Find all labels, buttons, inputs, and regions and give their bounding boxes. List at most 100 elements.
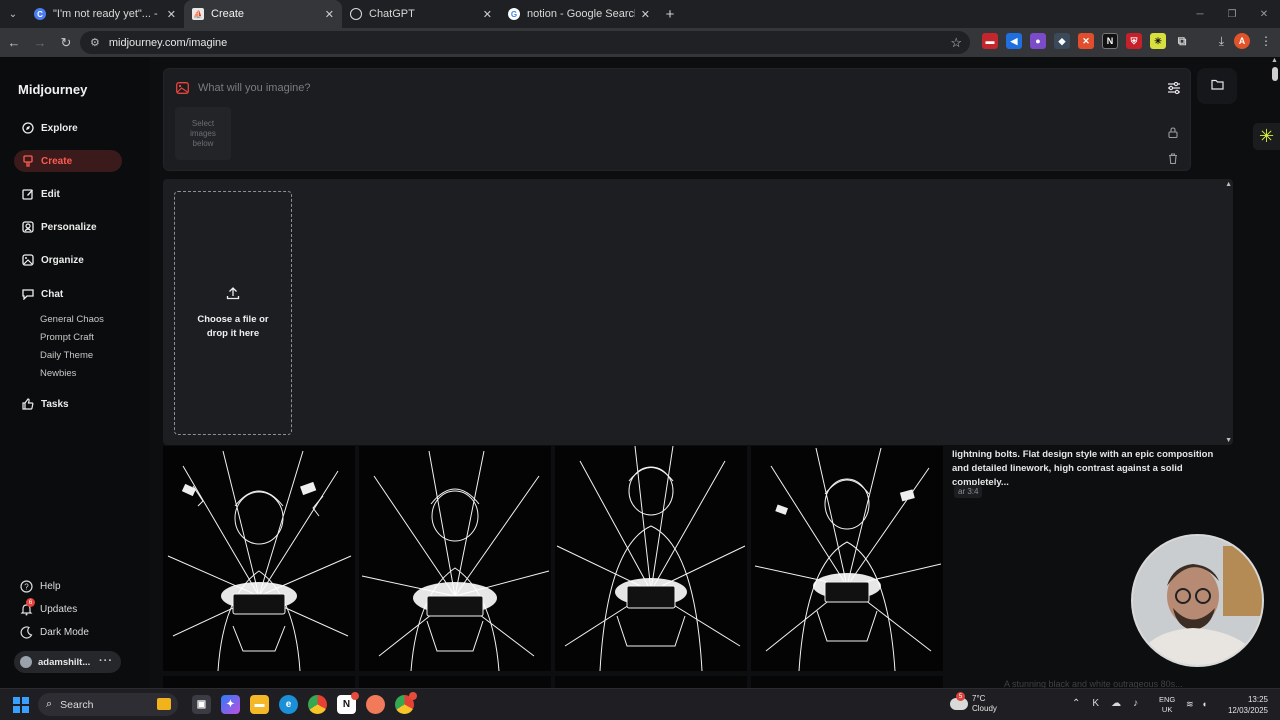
site-settings-icon[interactable]: ⚙ — [90, 36, 100, 49]
app-icon[interactable] — [366, 695, 385, 714]
generated-image-8[interactable] — [751, 676, 943, 688]
extension-blue-icon[interactable]: ◀ — [1006, 33, 1022, 49]
close-tab-icon[interactable]: ✕ — [325, 8, 334, 21]
extension-yellow-icon[interactable]: ✳ — [1150, 33, 1166, 49]
page-scroll-up-icon[interactable]: ▲ — [1271, 57, 1278, 64]
chevron-up-icon[interactable]: ⌃ — [1072, 698, 1080, 709]
chat-room-prompt-craft[interactable]: Prompt Craft — [40, 332, 94, 343]
generated-image-6[interactable] — [359, 676, 551, 688]
sidebar-item-explore[interactable]: Explore — [14, 117, 122, 139]
aspect-ratio-chip[interactable]: ar 3:4 — [954, 485, 983, 498]
file-drop-zone[interactable]: Choose a file or drop it here — [174, 191, 292, 435]
extension-shield-icon[interactable]: ⛨ — [1126, 33, 1142, 49]
page-scrollbar-thumb[interactable] — [1272, 67, 1278, 81]
chat-room-general-chaos[interactable]: General Chaos — [40, 314, 104, 325]
select-images-slot[interactable]: Select images below — [175, 107, 231, 160]
sidebar-item-edit[interactable]: Edit — [14, 183, 122, 205]
next-prompt-description[interactable]: A stunning black and white outrageous 80… — [1004, 679, 1183, 688]
sidebar-item-tasks[interactable]: Tasks — [14, 393, 122, 415]
trash-icon[interactable] — [1166, 151, 1180, 165]
generated-image-1[interactable] — [163, 446, 355, 671]
extension-orange-icon[interactable]: ✕ — [1078, 33, 1094, 49]
browser-menu-icon[interactable]: ⋮ — [1260, 34, 1272, 48]
taskbar-apps: ▣ ✦ ▬ e N — [192, 692, 417, 714]
chat-room-newbies[interactable]: Newbies — [40, 368, 76, 379]
prompt-input[interactable] — [198, 79, 1098, 97]
chat-room-daily-theme[interactable]: Daily Theme — [40, 350, 93, 361]
network-volume[interactable]: ≋ ◖ — [1186, 699, 1207, 710]
generated-image-3[interactable] — [555, 446, 747, 671]
edge-icon[interactable]: e — [279, 695, 298, 714]
extension-notion-icon[interactable]: N — [1102, 33, 1118, 49]
user-account-button[interactable]: adamshilt... ··· — [14, 651, 121, 673]
sidebar-item-chat[interactable]: Chat — [14, 283, 122, 305]
generated-image-4[interactable] — [751, 446, 943, 671]
chrome-profile-icon[interactable] — [395, 692, 417, 714]
profile-avatar[interactable]: A — [1234, 33, 1250, 49]
onedrive-icon[interactable]: ☁ — [1111, 698, 1121, 709]
webcam-person-image — [1133, 536, 1262, 665]
tab-search-menu-button[interactable]: ⌄ — [0, 0, 26, 28]
bookmark-star-icon[interactable]: ☆ — [950, 35, 962, 51]
weather-widget[interactable]: 5 7°C Cloudy — [950, 692, 997, 714]
sidebar: Midjourney Explore Create Edit Personali… — [0, 57, 150, 688]
extension-grey-icon[interactable]: ◆ — [1054, 33, 1070, 49]
cloud-icon: 5 — [950, 692, 968, 710]
minimize-icon[interactable]: ─ — [1184, 0, 1216, 28]
panel-scroll-down-icon[interactable]: ▼ — [1225, 437, 1232, 444]
generated-image-5[interactable] — [163, 676, 355, 688]
folder-button[interactable] — [1197, 68, 1237, 104]
tab-canva[interactable]: C "I'm not ready yet"... - 1200 × 1 ✕ — [26, 0, 184, 28]
browser-toolbar: ← → ↻ ⚙ midjourney.com/imagine ☆ ▬ ◀ ● ◆… — [0, 28, 1280, 57]
maximize-icon[interactable]: ❐ — [1216, 0, 1248, 28]
chat-icon — [22, 288, 34, 300]
more-options-icon[interactable]: ··· — [99, 655, 113, 667]
tab-create[interactable]: ⛵ Create ✕ — [184, 0, 342, 28]
close-tab-icon[interactable]: ✕ — [167, 8, 176, 21]
tab-google-search[interactable]: G notion - Google Search ✕ — [500, 0, 658, 28]
windows-start-icon[interactable] — [13, 697, 29, 713]
sidebar-item-organize[interactable]: Organize — [14, 249, 122, 271]
copilot-icon[interactable]: ✦ — [221, 695, 240, 714]
address-bar[interactable]: ⚙ midjourney.com/imagine ☆ — [80, 31, 970, 54]
bell-icon: 6 — [20, 598, 35, 616]
back-arrow-icon[interactable]: ← — [2, 31, 26, 55]
canva-favicon-icon: C — [34, 8, 46, 20]
help-link[interactable]: ? Help — [20, 580, 61, 593]
task-view-icon[interactable]: ▣ — [192, 695, 211, 714]
sidebar-item-create[interactable]: Create — [14, 150, 122, 172]
language-indicator[interactable]: ENG UK — [1159, 695, 1175, 715]
image-prompt-icon[interactable] — [176, 81, 189, 94]
chrome-icon[interactable] — [308, 695, 327, 714]
extensions-puzzle-icon[interactable]: ⧉ — [1174, 33, 1190, 49]
system-tray: ⌃ K ☁ ♪ — [1072, 698, 1138, 709]
lock-icon[interactable] — [1166, 125, 1180, 139]
forward-arrow-icon[interactable]: → — [28, 31, 52, 55]
microphone-icon[interactable]: ♪ — [1133, 698, 1138, 709]
reload-icon[interactable]: ↻ — [54, 31, 78, 55]
tray-k-icon[interactable]: K — [1092, 698, 1099, 709]
notion-icon[interactable]: N — [337, 692, 359, 714]
file-explorer-icon[interactable]: ▬ — [250, 695, 269, 714]
extension-purple-icon[interactable]: ● — [1030, 33, 1046, 49]
prompt-description[interactable]: lightning bolts. Flat design style with … — [952, 448, 1232, 490]
close-tab-icon[interactable]: ✕ — [483, 8, 492, 21]
settings-sliders-icon[interactable] — [1166, 80, 1182, 96]
clock[interactable]: 13:25 12/03/2025 — [1226, 694, 1268, 716]
new-tab-button[interactable]: + — [658, 0, 682, 28]
close-window-icon[interactable]: ✕ — [1248, 0, 1280, 28]
extension-red-icon[interactable]: ▬ — [982, 33, 998, 49]
generated-image-7[interactable] — [555, 676, 747, 688]
generated-image-2[interactable] — [359, 446, 551, 671]
volume-icon: ◖ — [1201, 699, 1207, 709]
close-tab-icon[interactable]: ✕ — [641, 8, 650, 21]
brand-logo[interactable]: Midjourney — [18, 82, 87, 97]
dark-mode-toggle[interactable]: Dark Mode — [20, 626, 89, 639]
panel-scroll-up-icon[interactable]: ▲ — [1225, 181, 1232, 188]
download-icon[interactable]: ⤓ — [1219, 34, 1224, 49]
extension-flower-icon[interactable]: ✳ — [1253, 123, 1280, 150]
tab-chatgpt[interactable]: ChatGPT ✕ — [342, 0, 500, 28]
taskbar-search[interactable]: ⌕ Search — [38, 693, 178, 716]
updates-link[interactable]: 6 Updates — [20, 598, 77, 616]
sidebar-item-personalize[interactable]: Personalize — [14, 216, 122, 238]
